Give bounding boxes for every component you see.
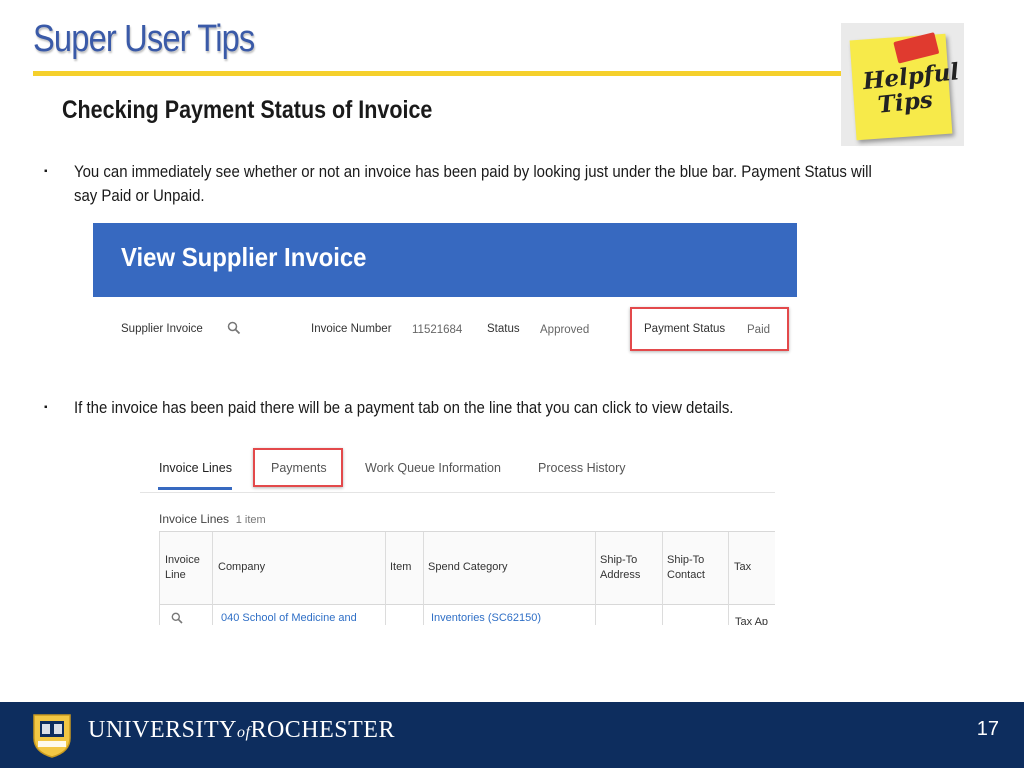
- column-divider: [159, 532, 160, 625]
- column-divider: [662, 532, 663, 625]
- payment-status-label: Payment Status: [644, 323, 726, 335]
- note-tape: [893, 32, 940, 64]
- university-name-of: of: [237, 724, 251, 741]
- title-divider: [33, 71, 843, 76]
- invoice-title: View Supplier Invoice: [121, 242, 367, 272]
- status-label: Status: [487, 323, 520, 335]
- column-divider: [595, 532, 596, 625]
- tab-invoice-lines[interactable]: Invoice Lines: [159, 461, 232, 475]
- column-divider: [423, 532, 424, 625]
- payment-status-value: Paid: [747, 324, 771, 336]
- column-divider: [385, 532, 386, 625]
- header-text: Address: [600, 569, 641, 581]
- footer-bar: UNIVERSITYofROCHESTER 17: [0, 702, 1024, 768]
- header-text: Contact: [667, 569, 705, 581]
- active-tab-indicator: [158, 487, 232, 490]
- bullet-marker: ▪: [44, 402, 48, 413]
- column-header-spend-category[interactable]: Spend Category: [428, 560, 508, 575]
- column-divider: [212, 532, 213, 625]
- tab-divider: [140, 492, 775, 493]
- column-header-ship-to-contact[interactable]: Ship-To Contact: [667, 553, 705, 583]
- university-name: UNIVERSITYofROCHESTER: [88, 717, 395, 744]
- supplier-invoice-label: Supplier Invoice: [121, 323, 203, 335]
- company-link[interactable]: 040 School of Medicine and: [221, 612, 357, 624]
- header-text: Invoice: [165, 554, 200, 566]
- invoice-number-label: Invoice Number: [311, 323, 392, 335]
- invoice-title-bar: View Supplier Invoice: [93, 223, 797, 297]
- payments-tab-highlight: Payments: [253, 448, 343, 487]
- invoice-lines-count: 1 item: [235, 514, 266, 526]
- spend-category-link[interactable]: Inventories (SC62150): [431, 612, 541, 624]
- bullet-payment-tab: ▪ If the invoice has been paid there wil…: [44, 396, 1024, 422]
- search-icon[interactable]: [227, 321, 241, 335]
- slide-title: Super User Tips: [33, 18, 255, 60]
- header-text: Ship-To: [667, 554, 705, 566]
- tab-process-history[interactable]: Process History: [538, 461, 626, 475]
- header-text: Line: [165, 569, 186, 581]
- bullet-marker: ▪: [44, 166, 48, 177]
- invoice-lines-table: Invoice Line Company Item Spend Category…: [159, 531, 775, 625]
- column-header-item[interactable]: Item: [390, 560, 411, 575]
- invoice-header-screenshot: View Supplier Invoice Supplier Invoice I…: [93, 223, 797, 356]
- bullet-payment-status: ▪ You can immediately see whether or not…: [44, 160, 1024, 210]
- invoice-number-value: 11521684: [412, 324, 463, 336]
- column-header-tax[interactable]: Tax: [734, 560, 751, 575]
- note-text: Helpful Tips: [862, 58, 961, 119]
- university-name-part: ROCHESTER: [250, 717, 395, 743]
- column-divider: [728, 532, 729, 625]
- column-header-ship-to-address[interactable]: Ship-To Address: [600, 553, 640, 583]
- tab-payments[interactable]: Payments: [271, 461, 327, 475]
- status-value: Approved: [540, 324, 590, 336]
- helpful-tips-note: Helpful Tips: [841, 23, 964, 146]
- payment-status-highlight: Payment Status Paid: [630, 307, 789, 351]
- bullet-text: If the invoice has been paid there will …: [74, 398, 734, 417]
- university-seal-icon: [33, 714, 71, 758]
- page-number: 17: [976, 718, 999, 740]
- column-header-company[interactable]: Company: [218, 560, 265, 575]
- university-name-part: UNIVERSITY: [88, 717, 237, 743]
- column-header-invoice-line[interactable]: Invoice Line: [165, 553, 200, 583]
- invoice-lines-heading: Invoice Lines 1 item: [159, 512, 266, 526]
- tax-cell: Tax Ap: [735, 616, 769, 625]
- header-text: Ship-To: [600, 554, 638, 566]
- bullet-line: You can immediately see whether or not a…: [74, 162, 872, 181]
- bullet-line: say Paid or Unpaid.: [74, 186, 205, 205]
- bullet-text: You can immediately see whether or not a…: [74, 160, 872, 208]
- tab-work-queue-information[interactable]: Work Queue Information: [365, 461, 501, 475]
- section-heading: Checking Payment Status of Invoice: [62, 96, 433, 124]
- invoice-lines-title: Invoice Lines: [159, 512, 230, 526]
- search-icon[interactable]: [171, 612, 183, 624]
- invoice-lines-screenshot: Invoice Lines Payments Work Queue Inform…: [140, 440, 775, 625]
